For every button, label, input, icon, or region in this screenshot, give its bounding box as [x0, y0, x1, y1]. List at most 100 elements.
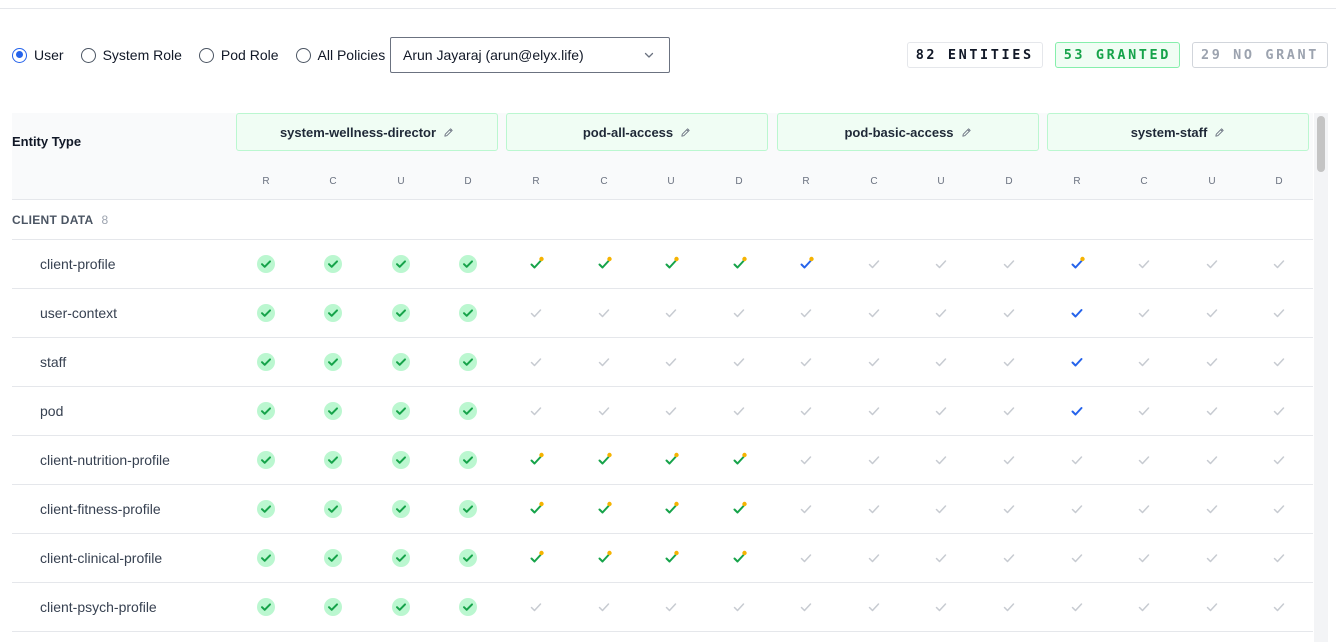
- check-gray-icon[interactable]: [729, 303, 749, 323]
- policy-header-system-wellness-director[interactable]: system-wellness-director: [236, 113, 498, 151]
- pencil-icon[interactable]: [443, 127, 454, 138]
- check-gray-icon[interactable]: [796, 499, 816, 519]
- check-gray-icon[interactable]: [594, 303, 614, 323]
- check-gray-icon[interactable]: [1202, 597, 1222, 617]
- check-gray-icon[interactable]: [999, 303, 1019, 323]
- pencil-icon[interactable]: [1214, 127, 1225, 138]
- check-gray-icon[interactable]: [1269, 499, 1289, 519]
- check-gray-icon[interactable]: [594, 401, 614, 421]
- check-gray-icon[interactable]: [661, 303, 681, 323]
- check-gray-icon[interactable]: [661, 597, 681, 617]
- check-gray-icon[interactable]: [864, 303, 884, 323]
- check-gray-icon[interactable]: [1269, 450, 1289, 470]
- radio-pod-role[interactable]: Pod Role: [198, 47, 279, 63]
- check-green-dot-icon[interactable]: [526, 450, 546, 470]
- check-circle-green-icon[interactable]: [458, 254, 478, 274]
- check-gray-icon[interactable]: [729, 597, 749, 617]
- check-gray-icon[interactable]: [999, 597, 1019, 617]
- policy-header-pod-basic-access[interactable]: pod-basic-access: [777, 113, 1039, 151]
- check-gray-icon[interactable]: [526, 303, 546, 323]
- check-green-dot-icon[interactable]: [594, 254, 614, 274]
- check-gray-icon[interactable]: [999, 352, 1019, 372]
- check-circle-green-icon[interactable]: [256, 303, 276, 323]
- radio-system-role[interactable]: System Role: [80, 47, 182, 63]
- check-circle-green-icon[interactable]: [391, 499, 411, 519]
- check-gray-icon[interactable]: [1202, 303, 1222, 323]
- check-green-dot-icon[interactable]: [729, 254, 749, 274]
- policy-header-system-staff[interactable]: system-staff: [1047, 113, 1309, 151]
- check-gray-icon[interactable]: [526, 401, 546, 421]
- check-gray-icon[interactable]: [1134, 254, 1154, 274]
- check-circle-green-icon[interactable]: [256, 352, 276, 372]
- check-gray-icon[interactable]: [864, 352, 884, 372]
- check-circle-green-icon[interactable]: [323, 401, 343, 421]
- radio-system-role-dot[interactable]: [80, 47, 96, 63]
- check-gray-icon[interactable]: [864, 597, 884, 617]
- check-gray-icon[interactable]: [931, 254, 951, 274]
- check-gray-icon[interactable]: [931, 597, 951, 617]
- check-gray-icon[interactable]: [796, 401, 816, 421]
- check-circle-green-icon[interactable]: [323, 352, 343, 372]
- check-circle-green-icon[interactable]: [256, 254, 276, 274]
- check-gray-icon[interactable]: [1134, 450, 1154, 470]
- check-green-dot-icon[interactable]: [729, 450, 749, 470]
- check-gray-icon[interactable]: [1202, 450, 1222, 470]
- check-circle-green-icon[interactable]: [458, 450, 478, 470]
- check-blue-dot-icon[interactable]: [1067, 254, 1087, 274]
- check-gray-icon[interactable]: [1202, 254, 1222, 274]
- radio-pod-role-dot[interactable]: [198, 47, 214, 63]
- radio-user-dot[interactable]: [12, 47, 27, 63]
- check-green-dot-icon[interactable]: [661, 548, 681, 568]
- check-gray-icon[interactable]: [729, 352, 749, 372]
- check-gray-icon[interactable]: [999, 499, 1019, 519]
- check-gray-icon[interactable]: [594, 597, 614, 617]
- check-blue-icon[interactable]: [1067, 303, 1087, 323]
- check-gray-icon[interactable]: [1067, 597, 1087, 617]
- check-circle-green-icon[interactable]: [323, 254, 343, 274]
- check-gray-icon[interactable]: [1134, 303, 1154, 323]
- check-gray-icon[interactable]: [1269, 254, 1289, 274]
- check-green-dot-icon[interactable]: [729, 499, 749, 519]
- check-green-dot-icon[interactable]: [594, 548, 614, 568]
- check-gray-icon[interactable]: [796, 548, 816, 568]
- scrollbar-thumb[interactable]: [1317, 116, 1325, 172]
- check-circle-green-icon[interactable]: [458, 548, 478, 568]
- radio-all-policies-dot[interactable]: [295, 47, 311, 63]
- check-circle-green-icon[interactable]: [256, 597, 276, 617]
- check-gray-icon[interactable]: [931, 548, 951, 568]
- check-circle-green-icon[interactable]: [391, 254, 411, 274]
- check-gray-icon[interactable]: [999, 548, 1019, 568]
- check-gray-icon[interactable]: [999, 450, 1019, 470]
- check-gray-icon[interactable]: [1134, 499, 1154, 519]
- pencil-icon[interactable]: [680, 127, 691, 138]
- check-gray-icon[interactable]: [931, 303, 951, 323]
- check-gray-icon[interactable]: [1202, 499, 1222, 519]
- check-circle-green-icon[interactable]: [256, 450, 276, 470]
- check-circle-green-icon[interactable]: [458, 597, 478, 617]
- check-circle-green-icon[interactable]: [458, 401, 478, 421]
- check-circle-green-icon[interactable]: [391, 597, 411, 617]
- user-select[interactable]: Arun Jayaraj (arun@elyx.life): [390, 37, 670, 73]
- group-row-client-data[interactable]: CLIENT DATA 8: [12, 200, 1313, 240]
- check-gray-icon[interactable]: [594, 352, 614, 372]
- check-gray-icon[interactable]: [931, 352, 951, 372]
- check-circle-green-icon[interactable]: [391, 352, 411, 372]
- check-green-dot-icon[interactable]: [729, 548, 749, 568]
- check-green-dot-icon[interactable]: [661, 254, 681, 274]
- check-green-dot-icon[interactable]: [594, 450, 614, 470]
- check-green-dot-icon[interactable]: [526, 499, 546, 519]
- check-circle-green-icon[interactable]: [323, 597, 343, 617]
- check-gray-icon[interactable]: [1067, 450, 1087, 470]
- check-blue-icon[interactable]: [1067, 352, 1087, 372]
- check-gray-icon[interactable]: [931, 401, 951, 421]
- check-gray-icon[interactable]: [796, 450, 816, 470]
- check-gray-icon[interactable]: [526, 352, 546, 372]
- check-circle-green-icon[interactable]: [458, 499, 478, 519]
- check-gray-icon[interactable]: [999, 254, 1019, 274]
- check-gray-icon[interactable]: [931, 450, 951, 470]
- check-gray-icon[interactable]: [1269, 303, 1289, 323]
- check-gray-icon[interactable]: [1134, 352, 1154, 372]
- policy-header-pod-all-access[interactable]: pod-all-access: [506, 113, 768, 151]
- check-gray-icon[interactable]: [796, 303, 816, 323]
- check-gray-icon[interactable]: [1269, 548, 1289, 568]
